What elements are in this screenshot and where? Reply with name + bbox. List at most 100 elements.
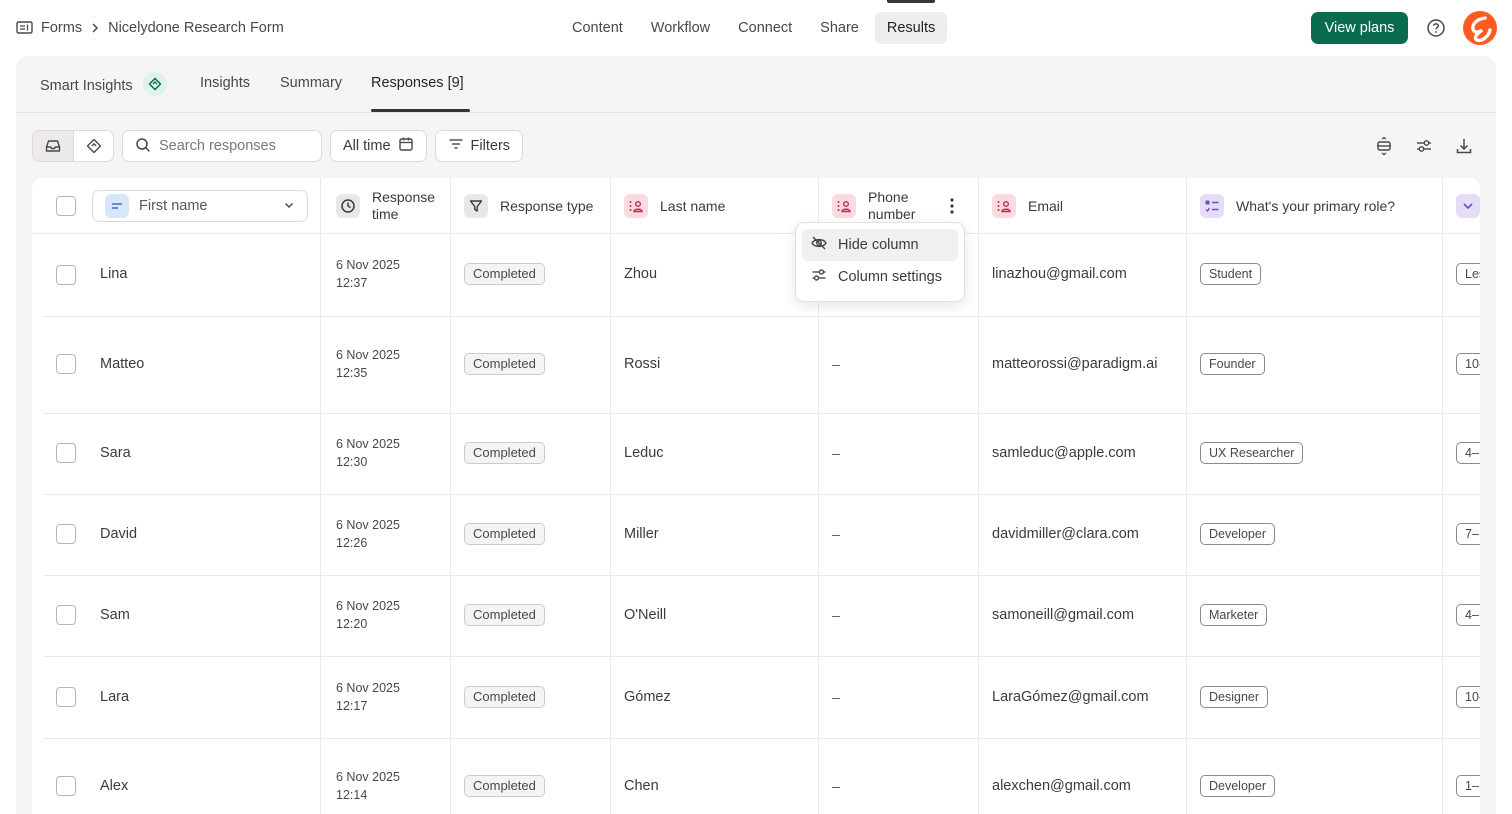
response-type-tag: Completed [464,353,545,375]
response-time: 12:26 [336,536,368,550]
filters-button[interactable]: Filters [434,130,524,162]
primary-role-label: What's your primary role? [1236,197,1396,214]
role-tag: Student [1200,263,1262,285]
row-checkbox[interactable] [56,687,76,707]
email-label: Email [1028,197,1064,214]
email-header[interactable]: Email [992,178,1063,234]
email-cell: samleduc@apple.com [992,445,1136,461]
nav-connect[interactable]: Connect [726,12,804,44]
nav-share[interactable]: Share [808,12,871,44]
breadcrumb-current-form[interactable]: Nicelydone Research Form [108,20,284,36]
phone-number-cell: – [832,689,840,705]
first-name-cell: Sam [100,607,130,623]
last-name-cell: O'Neill [624,607,667,623]
results-panel: Smart Insights Insights Summary Response… [16,56,1496,814]
next-column-tag: 1– [1456,775,1480,797]
response-date: 6 Nov 2025 [336,770,400,784]
download-icon[interactable] [1454,136,1474,156]
avatar[interactable] [1463,11,1497,45]
column-options-icon[interactable] [944,196,960,216]
forms-icon[interactable] [16,19,33,36]
phone-number-label: Phone number [868,189,915,223]
email-cell: davidmiller@clara.com [992,526,1139,542]
response-type-tag: Completed [464,523,545,545]
table-row[interactable]: Sam 6 Nov 2025 12:20 Completed O'Neill – … [32,575,1480,656]
row-checkbox[interactable] [56,776,76,796]
nav-results[interactable]: Results [874,0,948,44]
first-name-cell: Lara [100,689,130,705]
search-input[interactable] [159,138,309,154]
first-name-cell: Sara [100,445,131,461]
email-cell: linazhou@gmail.com [992,266,1127,282]
contact-icon [992,194,1016,218]
diamond-icon [86,138,101,154]
first-name-cell: Matteo [100,356,145,372]
row-height-icon[interactable] [1374,136,1394,156]
next-column-tag: 4– [1456,604,1480,626]
table-row[interactable]: Sara 6 Nov 2025 12:30 Completed Leduc – s… [32,413,1480,494]
email-cell: matteorossi@paradigm.ai [992,356,1158,372]
response-date: 6 Nov 2025 [336,599,400,613]
diamond-icon [142,72,167,96]
column-settings-menu-item[interactable]: Column settings [802,261,958,293]
phone-number-cell: – [832,356,840,372]
hide-column-label: Hide column [838,237,919,253]
nav-content[interactable]: Content [560,12,635,44]
view-plans-button[interactable]: View plans [1311,12,1408,44]
date-range-button[interactable]: All time [330,130,427,162]
table-row[interactable]: Lina 6 Nov 2025 12:37 Completed Zhou lina… [32,234,1480,316]
response-time-cell: 6 Nov 2025 12:14 [336,768,400,804]
responses-toolbar: All time Filters [32,130,524,162]
filters-label: Filters [470,138,511,154]
response-time-header[interactable]: Response time [336,178,435,234]
next-column-tag: 7– [1456,523,1480,545]
row-checkbox[interactable] [56,524,76,544]
response-time-cell: 6 Nov 2025 12:35 [336,346,400,382]
first-name-column-select[interactable]: First name [92,190,308,222]
tab-summary[interactable]: Summary [280,75,342,91]
phone-number-cell: – [832,607,840,623]
phone-number-cell: – [832,778,840,794]
response-time-label-line1: Response [372,189,436,205]
tab-responses[interactable]: Responses [9] [371,75,470,112]
table-row[interactable]: Lara 6 Nov 2025 12:17 Completed Gómez – L… [32,656,1480,738]
insights-view-button[interactable] [73,131,113,161]
chevron-down-icon [283,198,295,214]
table-row[interactable]: Matteo 6 Nov 2025 12:35 Completed Rossi –… [32,316,1480,413]
response-type-header[interactable]: Response type [464,178,593,234]
role-tag: UX Researcher [1200,442,1304,464]
response-time-cell: 6 Nov 2025 12:37 [336,256,400,292]
inbox-view-button[interactable] [33,131,73,161]
response-date: 6 Nov 2025 [336,348,400,362]
response-date: 6 Nov 2025 [336,681,400,695]
response-time: 12:30 [336,455,368,469]
first-name-cell: David [100,526,138,542]
contact-icon [624,194,648,218]
row-checkbox[interactable] [56,265,76,285]
response-type-tag: Completed [464,775,545,797]
row-checkbox[interactable] [56,443,76,463]
next-column-tag: 10- [1456,686,1480,708]
settings-sliders-icon[interactable] [1414,136,1434,156]
select-all-checkbox[interactable] [56,196,76,216]
clock-icon [336,194,360,218]
breadcrumb-forms[interactable]: Forms [41,20,82,36]
help-icon[interactable] [1425,17,1447,39]
response-time-label: Response time [372,189,435,223]
row-checkbox[interactable] [56,605,76,625]
last-name-header[interactable]: Last name [624,178,725,234]
hide-column-menu-item[interactable]: Hide column [802,229,958,261]
next-column-tag: Les [1456,263,1480,285]
response-time: 12:14 [336,788,368,802]
funnel-icon [464,194,488,218]
next-column-header[interactable] [1456,178,1480,234]
table-row[interactable]: David 6 Nov 2025 12:26 Completed Miller –… [32,494,1480,575]
primary-role-header[interactable]: What's your primary role? [1200,178,1395,234]
tab-insights[interactable]: Insights [200,75,250,91]
search-box[interactable] [122,130,322,162]
tab-smart-insights[interactable]: Smart Insights [40,72,167,96]
table-row[interactable]: Alex 6 Nov 2025 12:14 Completed Chen – al… [32,738,1480,814]
multiple-choice-icon [1200,194,1224,218]
nav-workflow[interactable]: Workflow [639,12,722,44]
row-checkbox[interactable] [56,354,76,374]
